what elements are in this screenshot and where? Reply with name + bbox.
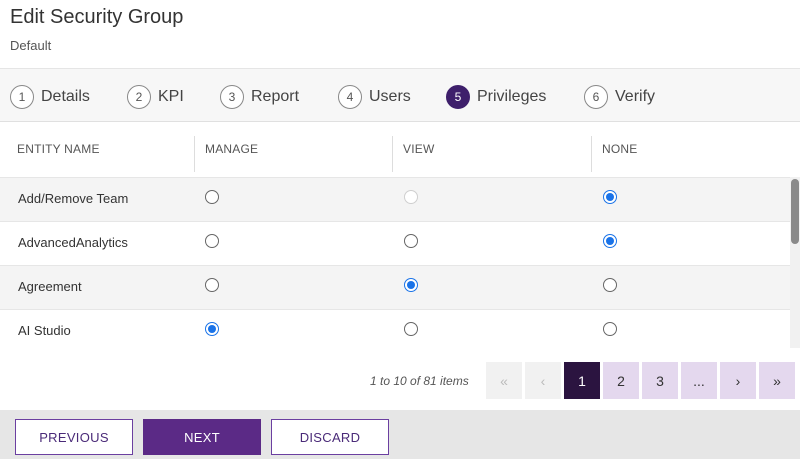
step-label: Verify xyxy=(615,88,656,105)
page-header: Edit Security Group Default xyxy=(0,0,800,68)
view-radio xyxy=(404,190,418,204)
entity-name: AI Studio xyxy=(18,323,71,338)
step-number: 1 xyxy=(10,85,34,109)
discard-button[interactable]: DISCARD xyxy=(271,419,389,455)
last-page-button[interactable]: » xyxy=(759,362,795,399)
step-number: 4 xyxy=(338,85,362,109)
page-1-button[interactable]: 1 xyxy=(564,362,600,399)
step-label: Details xyxy=(41,88,90,105)
none-radio[interactable] xyxy=(603,234,617,248)
wizard-stepper: 1 Details 2 KPI 3 Report 4 Users 5 Privi… xyxy=(0,68,800,122)
table-row: Agreement xyxy=(0,265,790,309)
first-page-button: « xyxy=(486,362,522,399)
manage-radio[interactable] xyxy=(205,234,219,248)
step-kpi[interactable]: 2 KPI xyxy=(127,84,184,110)
step-label: KPI xyxy=(158,88,184,105)
more-pages-button[interactable]: ... xyxy=(681,362,717,399)
scrollbar-thumb[interactable] xyxy=(791,179,799,244)
none-radio[interactable] xyxy=(603,190,617,204)
page-subtitle: Default xyxy=(10,38,52,53)
table-row: AI Studio xyxy=(0,309,790,348)
column-header-entity-name: ENTITY NAME xyxy=(17,142,100,156)
privileges-table: ENTITY NAME MANAGE VIEW NONE Add/Remove … xyxy=(0,122,800,348)
page-title: Edit Security Group xyxy=(10,6,184,28)
column-header-manage: MANAGE xyxy=(205,142,259,156)
pagination-info: 1 to 10 of 81 items xyxy=(370,374,469,388)
manage-radio[interactable] xyxy=(205,278,219,292)
none-radio[interactable] xyxy=(603,278,617,292)
column-header-none: NONE xyxy=(602,142,638,156)
pagination: 1 to 10 of 81 items « ‹ 1 2 3 ... › » xyxy=(0,348,800,410)
view-radio[interactable] xyxy=(404,278,418,292)
step-label: Privileges xyxy=(477,88,547,105)
table-row: Add/Remove Team xyxy=(0,177,790,221)
column-divider xyxy=(591,136,592,172)
previous-button[interactable]: PREVIOUS xyxy=(15,419,133,455)
step-privileges[interactable]: 5 Privileges xyxy=(446,84,546,110)
column-header-view: VIEW xyxy=(403,142,435,156)
entity-name: Add/Remove Team xyxy=(18,191,129,206)
manage-radio[interactable] xyxy=(205,190,219,204)
page-2-button[interactable]: 2 xyxy=(603,362,639,399)
manage-radio[interactable] xyxy=(205,322,219,336)
step-users[interactable]: 4 Users xyxy=(338,84,411,110)
entity-name: Agreement xyxy=(18,279,82,294)
view-radio[interactable] xyxy=(404,322,418,336)
step-verify[interactable]: 6 Verify xyxy=(584,84,655,110)
next-page-button[interactable]: › xyxy=(720,362,756,399)
step-label: Users xyxy=(369,88,411,105)
page-3-button[interactable]: 3 xyxy=(642,362,678,399)
step-number: 5 xyxy=(446,85,470,109)
step-details[interactable]: 1 Details xyxy=(10,84,90,110)
table-row: AdvancedAnalytics xyxy=(0,221,790,265)
step-label: Report xyxy=(251,88,300,105)
step-report[interactable]: 3 Report xyxy=(220,84,299,110)
column-divider xyxy=(392,136,393,172)
table-header: ENTITY NAME MANAGE VIEW NONE xyxy=(0,122,790,177)
view-radio[interactable] xyxy=(404,234,418,248)
column-divider xyxy=(194,136,195,172)
next-button[interactable]: NEXT xyxy=(143,419,261,455)
step-number: 2 xyxy=(127,85,151,109)
previous-page-button: ‹ xyxy=(525,362,561,399)
entity-name: AdvancedAnalytics xyxy=(18,235,128,250)
step-number: 3 xyxy=(220,85,244,109)
wizard-footer: PREVIOUS NEXT DISCARD xyxy=(0,410,800,459)
none-radio[interactable] xyxy=(603,322,617,336)
step-number: 6 xyxy=(584,85,608,109)
